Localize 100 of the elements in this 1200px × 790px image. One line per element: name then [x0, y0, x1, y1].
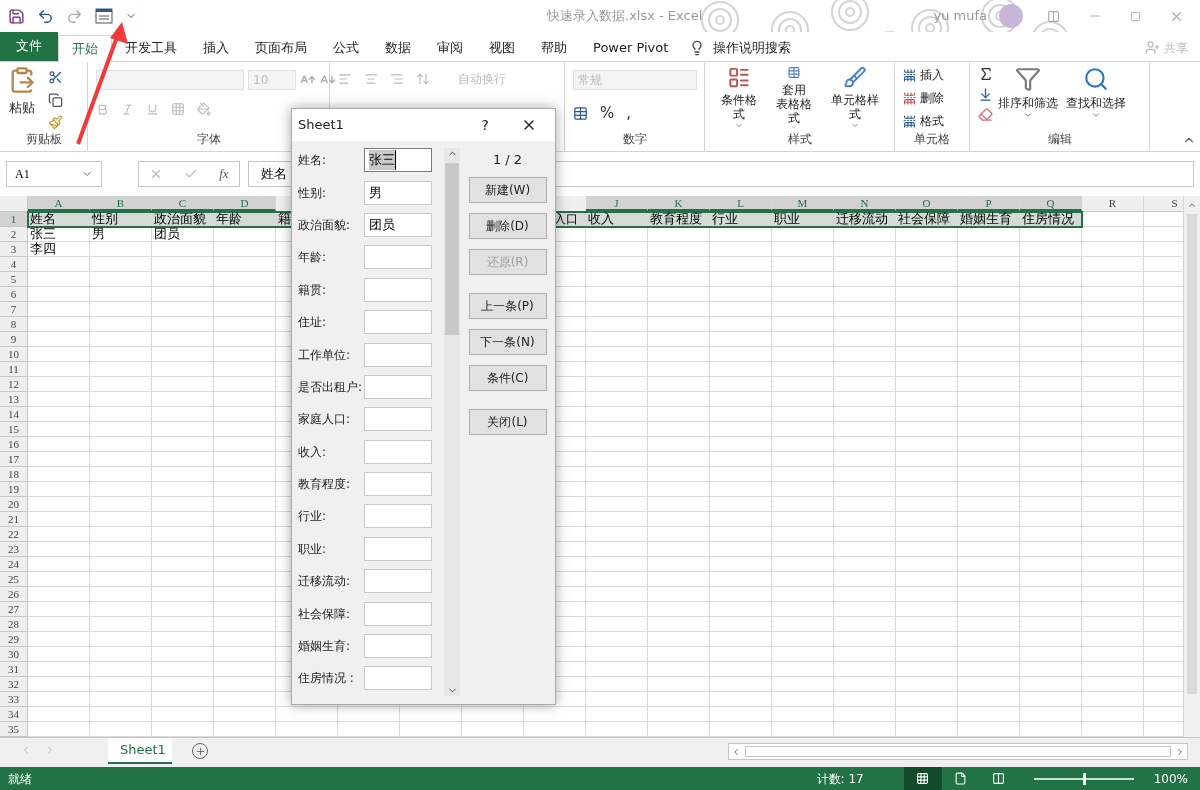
input-field[interactable] — [364, 310, 432, 335]
eraser-icon[interactable] — [978, 107, 993, 122]
comma-button[interactable]: , — [626, 102, 632, 125]
column-header[interactable]: K — [648, 196, 710, 211]
row-header[interactable]: 17 — [0, 452, 28, 467]
redo-icon[interactable] — [66, 7, 83, 25]
save-icon[interactable] — [8, 7, 25, 25]
bold-icon[interactable] — [96, 102, 109, 116]
row-header[interactable]: 3 — [0, 242, 28, 257]
zoom-slider[interactable] — [1033, 772, 1134, 785]
row-header[interactable]: 31 — [0, 662, 28, 677]
input-field[interactable] — [364, 634, 432, 659]
row-header[interactable]: 30 — [0, 647, 28, 662]
ribbon-tab[interactable]: 帮助 — [528, 34, 580, 61]
row-header[interactable]: 11 — [0, 362, 28, 377]
ribbon-tab[interactable]: 开发工具 — [112, 34, 190, 61]
editing-button[interactable]: 排序和筛选 — [994, 66, 1062, 130]
view-button[interactable] — [903, 767, 942, 790]
input-field[interactable] — [364, 342, 432, 367]
borders-icon[interactable] — [171, 102, 185, 116]
ribbon-tab[interactable]: 页面布局 — [242, 34, 320, 61]
row-header[interactable]: 12 — [0, 377, 28, 392]
scroll-left-icon[interactable] — [731, 746, 741, 757]
row-header[interactable]: 9 — [0, 332, 28, 347]
row-header[interactable]: 19 — [0, 482, 28, 497]
file-tab[interactable]: 文件 — [0, 31, 58, 61]
maximize-icon[interactable] — [1130, 10, 1141, 22]
row-header[interactable]: 14 — [0, 407, 28, 422]
input-field[interactable] — [364, 407, 432, 432]
fill-color-icon[interactable] — [197, 102, 211, 116]
row-header[interactable]: 28 — [0, 617, 28, 632]
sum-icon[interactable] — [978, 66, 994, 82]
ribbon-tab[interactable]: 开始 — [58, 35, 112, 62]
dialog-button[interactable]: 条件(C) — [468, 364, 547, 391]
row-header[interactable]: 4 — [0, 257, 28, 272]
share-icon[interactable] — [1145, 40, 1160, 55]
column-header[interactable]: A — [28, 196, 90, 211]
row-header[interactable]: 26 — [0, 587, 28, 602]
ribbon-display-icon[interactable] — [1047, 9, 1060, 23]
row-header[interactable]: 6 — [0, 287, 28, 302]
cut-icon[interactable] — [48, 70, 63, 85]
input-field[interactable] — [364, 504, 432, 529]
sheet-tab[interactable]: Sheet1 — [108, 738, 172, 764]
style-button[interactable]: 套用 表格格式 — [768, 66, 820, 130]
column-header[interactable]: Q — [1020, 196, 1082, 211]
tell-me-search[interactable]: 操作说明搜索 — [713, 37, 792, 58]
row-header[interactable]: 21 — [0, 512, 28, 527]
row-header[interactable]: 32 — [0, 677, 28, 692]
dialog-scrollbar[interactable] — [444, 148, 460, 696]
align-top-icon[interactable] — [338, 72, 352, 86]
row-header[interactable]: 7 — [0, 302, 28, 317]
input-field[interactable] — [364, 569, 432, 594]
ribbon-tab[interactable]: 审阅 — [424, 34, 476, 61]
ribbon-tab[interactable]: 插入 — [190, 34, 242, 61]
style-button[interactable]: 单元格样式 — [823, 66, 886, 130]
help-button[interactable]: ? — [481, 114, 489, 136]
row-header[interactable]: 16 — [0, 437, 28, 452]
input-field[interactable] — [364, 666, 432, 691]
row-header[interactable]: 24 — [0, 557, 28, 572]
row-header[interactable]: 35 — [0, 722, 28, 737]
column-header[interactable]: O — [896, 196, 958, 211]
dialog-button[interactable]: 下一条(N) — [468, 328, 547, 355]
input-field[interactable] — [364, 536, 432, 561]
row-header[interactable]: 2 — [0, 227, 28, 242]
editing-button[interactable]: 查找和选择 — [1062, 66, 1130, 130]
column-header[interactable]: L — [710, 196, 772, 211]
slider-thumb[interactable] — [1082, 772, 1086, 785]
input-field[interactable]: 男 — [364, 180, 432, 205]
row-header[interactable]: 15 — [0, 422, 28, 437]
row-header[interactable]: 10 — [0, 347, 28, 362]
align-middle-icon[interactable] — [364, 72, 378, 86]
column-header[interactable]: B — [90, 196, 152, 211]
horizontal-scrollbar[interactable] — [728, 743, 1188, 760]
row-header[interactable]: 1 — [0, 212, 28, 227]
ribbon-tab[interactable]: Power Pivot — [580, 34, 682, 61]
row-header[interactable]: 29 — [0, 632, 28, 647]
name-box[interactable]: A1 — [6, 161, 102, 187]
copy-icon[interactable] — [48, 92, 63, 108]
dialog-button[interactable]: 新建(W) — [468, 176, 547, 203]
column-header[interactable]: P — [958, 196, 1020, 211]
underline-icon[interactable] — [146, 102, 159, 116]
fill-icon[interactable] — [978, 87, 993, 102]
ribbon-tab[interactable]: 数据 — [372, 34, 424, 61]
input-field[interactable]: 团员 — [364, 212, 432, 237]
dialog-button[interactable]: 删除(D) — [468, 212, 547, 239]
column-header[interactable]: C — [152, 196, 214, 211]
scroll-right-icon[interactable] — [1175, 746, 1185, 757]
row-header[interactable]: 27 — [0, 602, 28, 617]
dialog-button[interactable]: 关闭(L) — [468, 408, 547, 435]
ribbon-tab[interactable]: 视图 — [476, 34, 528, 61]
style-button[interactable]: 条件格式 — [713, 66, 765, 130]
column-header[interactable]: M — [772, 196, 834, 211]
input-field[interactable] — [364, 245, 432, 270]
input-field[interactable] — [364, 472, 432, 497]
align-bottom-icon[interactable] — [390, 72, 404, 86]
cells-button[interactable]: 插入 — [903, 66, 944, 84]
form-icon[interactable] — [95, 8, 113, 24]
input-field[interactable] — [364, 277, 432, 302]
dialog-button[interactable]: 上一条(P) — [468, 292, 547, 319]
percent-button[interactable]: % — [600, 102, 615, 125]
